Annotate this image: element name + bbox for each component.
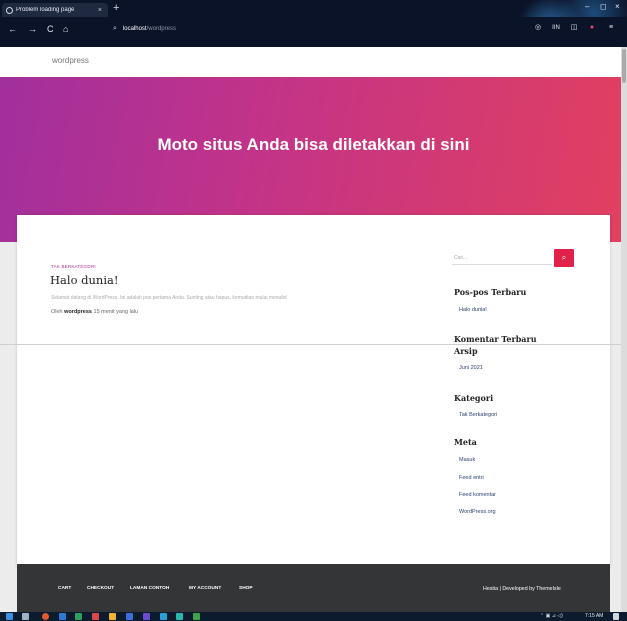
- tab-title: Problem loading page: [16, 7, 75, 13]
- search-button[interactable]: ⌕: [554, 249, 574, 267]
- site-footer: CART CHECKOUT LAMAN CONTOH MY ACCOUNT SH…: [17, 564, 610, 612]
- browser-app-icon[interactable]: [42, 613, 49, 620]
- divider-line: [0, 344, 627, 345]
- widget-title-recent-posts: Pos-pos Terbaru: [454, 287, 527, 297]
- meta-link-wordpress-org[interactable]: WordPress.org: [459, 509, 496, 515]
- search-icon: ⌕: [561, 253, 567, 262]
- hero-tagline: Moto situs Anda bisa diletakkan di sini: [157, 135, 470, 154]
- app-icon[interactable]: [143, 613, 150, 620]
- footer-link-shop[interactable]: SHOP: [239, 586, 253, 591]
- search-input[interactable]: Cari...: [452, 251, 552, 265]
- taskbar-clock[interactable]: 7:15 AM: [585, 613, 603, 619]
- app-icon[interactable]: [176, 613, 183, 620]
- tab-close-icon[interactable]: ×: [98, 7, 102, 14]
- post-author[interactable]: wordpress: [64, 309, 92, 315]
- os-taskbar: ⌃ ▣ ⊿ ◁) 7:15 AM: [0, 612, 627, 621]
- windows-start-icon[interactable]: [6, 613, 13, 620]
- back-button[interactable]: ←: [8, 24, 17, 34]
- footer-link-checkout[interactable]: CHECKOUT: [87, 586, 114, 591]
- scrollbar-thumb[interactable]: [622, 49, 626, 83]
- browser-tab-bar: Problem loading page × + – ◻ ×: [0, 0, 627, 47]
- extension-icon[interactable]: ◫: [567, 21, 581, 35]
- address-bar[interactable]: ⌕ localhost /wordpress: [113, 22, 498, 36]
- post-time: 15 menit yang lalu: [91, 309, 139, 315]
- recent-post-link[interactable]: Halo dunia!: [459, 307, 487, 313]
- footer-link-sample-page[interactable]: LAMAN CONTOH: [130, 586, 169, 591]
- url-host: localhost: [122, 26, 147, 32]
- file-explorer-icon[interactable]: [109, 613, 116, 620]
- content-card: TAK BERKATEGORI Halo dunia! Selamat data…: [17, 215, 610, 567]
- post-category[interactable]: TAK BERKATEGORI: [51, 264, 96, 269]
- meta-link-login[interactable]: Masuk: [459, 457, 475, 463]
- footer-credit[interactable]: Hestia | Developed by ThemeIsle: [483, 586, 561, 592]
- app-icon[interactable]: [92, 613, 99, 620]
- category-link[interactable]: Tak Berkategori: [459, 412, 497, 418]
- notification-icon[interactable]: [613, 613, 619, 620]
- new-tab-button[interactable]: +: [113, 2, 119, 14]
- extension-icon[interactable]: IIN: [549, 21, 563, 35]
- widget-title-categories: Kategori: [454, 393, 494, 403]
- browser-tab[interactable]: Problem loading page ×: [2, 3, 108, 17]
- meta-link-entries-feed[interactable]: Feed entri: [459, 475, 484, 481]
- menu-icon[interactable]: ≡: [604, 21, 618, 35]
- byline-prefix: Oleh: [51, 309, 65, 315]
- forward-button[interactable]: →: [28, 24, 37, 34]
- meta-link-comments-feed[interactable]: Feed komentar: [459, 492, 496, 498]
- app-icon[interactable]: [126, 613, 133, 620]
- system-tray[interactable]: ⌃ ▣ ⊿ ◁): [540, 613, 563, 619]
- app-icon[interactable]: [193, 613, 200, 620]
- maximize-button[interactable]: ◻: [600, 2, 607, 11]
- web-page: wordpress Moto situs Anda bisa diletakka…: [0, 47, 627, 612]
- home-button[interactable]: ⌂: [63, 24, 68, 34]
- info-icon: [6, 6, 13, 14]
- post-excerpt: Selamat datang di WordPress. Ini adalah …: [51, 295, 288, 301]
- widget-title-recent-comments: Komentar Terbaru: [454, 334, 537, 344]
- close-window-button[interactable]: ×: [615, 2, 620, 11]
- widget-title-archives: Arsip: [454, 346, 478, 356]
- profile-icon[interactable]: ●: [585, 21, 599, 35]
- post-byline: Oleh wordpress 15 menit yang lalu: [51, 309, 138, 315]
- footer-link-cart[interactable]: CART: [58, 586, 71, 591]
- site-header: wordpress: [0, 47, 627, 77]
- extension-icon[interactable]: ◎: [531, 21, 545, 35]
- url-path: /wordpress: [146, 26, 176, 32]
- minimize-button[interactable]: –: [585, 2, 589, 11]
- task-view-icon[interactable]: [22, 613, 29, 620]
- app-icon[interactable]: [59, 613, 66, 620]
- post-title[interactable]: Halo dunia!: [50, 273, 118, 287]
- footer-link-my-account[interactable]: MY ACCOUNT: [189, 586, 221, 591]
- site-name[interactable]: wordpress: [52, 56, 89, 65]
- search-icon: ⌕: [113, 25, 117, 32]
- app-icon[interactable]: [160, 613, 167, 620]
- reload-button[interactable]: C: [47, 24, 54, 34]
- page-scrollbar[interactable]: [621, 47, 627, 612]
- app-icon[interactable]: [75, 613, 82, 620]
- archive-link[interactable]: Juni 2021: [459, 365, 483, 371]
- browser-toolbar: ← → C ⌂ ⌕ localhost /wordpress ◎ IIN ◫ ●…: [0, 17, 627, 47]
- widget-title-meta: Meta: [454, 437, 477, 447]
